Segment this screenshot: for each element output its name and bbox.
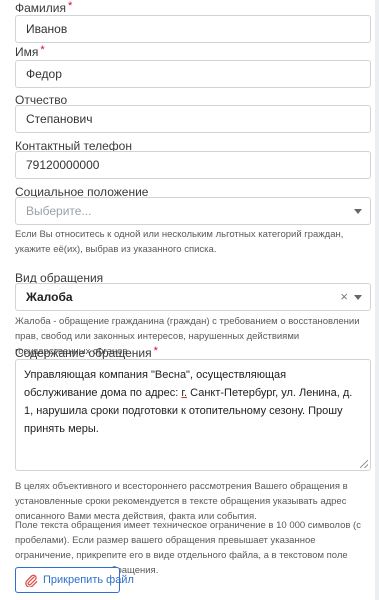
chevron-down-icon[interactable] — [354, 209, 362, 214]
scrollbar[interactable] — [375, 0, 379, 600]
required-mark: * — [40, 44, 45, 56]
phone-input[interactable]: 79120000000 — [15, 151, 371, 179]
appeal-type-value: Жалоба — [26, 290, 73, 304]
social-status-select[interactable]: Выберите... — [15, 197, 371, 225]
name-input[interactable]: Федор — [15, 60, 371, 88]
appeal-type-select[interactable]: Жалоба × — [15, 283, 371, 311]
resize-handle[interactable] — [360, 460, 368, 468]
name-label: Имя * — [15, 44, 45, 59]
social-status-hint: Если Вы относитесь к одной или нескольки… — [15, 229, 344, 255]
chevron-down-icon[interactable] — [354, 295, 362, 300]
patronymic-input[interactable]: Степанович — [15, 105, 371, 133]
appeal-form: Фамилия * Иванов Имя * Федор Отчество Степ… — [0, 0, 379, 600]
paperclip-icon — [25, 574, 38, 587]
required-mark: * — [67, 0, 73, 12]
clear-icon[interactable]: × — [340, 284, 348, 310]
required-mark: * — [153, 345, 158, 357]
content-textarea[interactable]: Управляющая компания "Весна", осуществля… — [15, 359, 371, 471]
surname-label: Фамилия * — [15, 0, 73, 15]
social-status-placeholder: Выберите... — [26, 204, 92, 218]
surname-input[interactable]: Иванов — [15, 15, 371, 43]
attach-file-button[interactable]: Прикрепить файл — [15, 567, 134, 593]
